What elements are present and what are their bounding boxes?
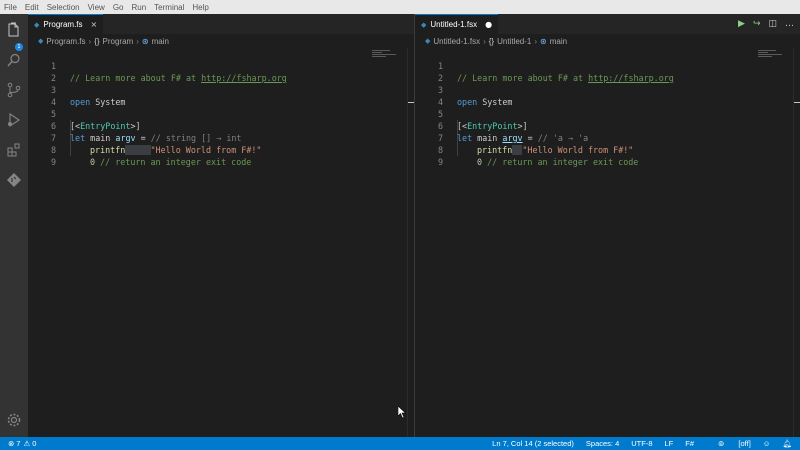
status-bar: ⊗ 7 ⚠ 0 Ln 7, Col 14 (2 selected) Spaces… [0,437,800,450]
comment: // return an integer exit code [482,157,639,167]
tab-label: Program.fs [43,20,83,29]
tab-bar: ◆ Program.fs × [28,14,414,34]
live-share-item[interactable]: ⊚ [off] [706,439,751,448]
encoding[interactable]: UTF-8 [631,439,652,448]
code-line: 2 [28,60,414,83]
run-icon[interactable]: ▶ [738,19,745,29]
menu-selection[interactable]: Selection [47,3,80,12]
code-line: 7 printfn "Hello World from F#!" [415,120,800,155]
chevron-right-icon: › [88,36,92,46]
code-line: 8 0 // return an integer exit code [28,132,414,167]
code-line: 9 [28,144,414,167]
indentation[interactable]: Spaces: 4 [586,439,619,448]
code-line: 8 0 // return an integer exit code [415,132,800,167]
breadcrumb-symbol[interactable]: main [550,37,567,46]
comment: // return an integer exit code [95,157,252,167]
chevron-right-icon: › [136,36,139,46]
error-count: 7 [16,439,21,448]
breadcrumb-namespace[interactable]: Program [103,37,134,46]
git-icon[interactable] [6,172,22,188]
menu-file[interactable]: File [4,3,17,12]
fsharp-file-icon: ◆ [425,38,431,45]
send-to-fsi-icon[interactable]: ↪ [753,19,761,29]
symbol-icon: ⊛ [540,36,547,46]
source-control-icon[interactable] [6,82,22,98]
fsharp-file-icon: ◆ [421,20,427,29]
scrollbar[interactable] [407,48,408,437]
chevron-right-icon: › [534,36,538,46]
editor-group-right: ◆ Untitled-1.fsx ● ▶ ↪ ◫ … ◆ Untitled-1.… [414,14,800,437]
menu-edit[interactable]: Edit [25,3,39,12]
scrollbar[interactable] [793,48,794,437]
minimap[interactable] [758,50,784,64]
menu-run[interactable]: Run [131,3,146,12]
menu-view[interactable]: View [88,3,105,12]
editor-actions: ▶ ↪ ◫ … [730,14,794,34]
explorer-badge: 1 [15,43,23,51]
code-line: 4 [28,84,414,107]
code-line: 3 open System [28,72,414,107]
error-icon: ⊗ [8,439,15,448]
breadcrumb-file[interactable]: Program.fs [46,37,85,46]
fsharp-file-icon: ◆ [38,38,44,45]
split-editor-icon[interactable]: ◫ [768,19,777,29]
bell-icon[interactable]: 🔔︎ [782,439,792,448]
mouse-cursor-icon [398,406,406,419]
explorer-icon[interactable] [6,22,22,38]
activity-bar: 1 [0,14,28,437]
broadcast-icon: ⊚ [718,439,725,448]
code-line: 1 // Learn more about F# at http://fshar… [415,48,800,83]
breadcrumb: ◆ Program.fs › {} Program › ⊛ main [28,34,414,48]
end-of-line[interactable]: LF [665,439,674,448]
namespace-icon: {} [488,36,495,46]
warning-count: 0 [32,439,37,448]
tab-label: Untitled-1.fsx [430,20,478,29]
live-status: [off] [738,439,751,448]
code-line: 6 let main argv = // 'a → 'a [415,108,800,143]
line-number: 9 [437,157,443,167]
warning-icon: ⚠ [23,439,31,448]
language-mode[interactable]: F# [685,439,694,448]
code-line: 3 open System [415,72,800,107]
line-number: 9 [50,157,56,167]
symbol-icon: ⊛ [141,36,149,46]
breadcrumb-namespace[interactable]: Untitled-1 [497,37,531,46]
code-line: 4 [415,84,800,107]
namespace-icon: {} [94,36,100,46]
search-icon[interactable] [6,52,22,68]
code-line: 2 [415,60,800,83]
code-line: 1 // Learn more about F# at http://fshar… [28,48,414,83]
code-line: 9 [415,144,800,167]
breadcrumb-file[interactable]: Untitled-1.fsx [433,37,480,46]
code-line: 5 [<EntryPoint>] [28,96,414,131]
run-debug-icon[interactable] [6,112,22,128]
cursor-position[interactable]: Ln 7, Col 14 (2 selected) [492,439,574,448]
menu-help[interactable]: Help [192,3,208,12]
unsaved-dot-icon[interactable]: ● [485,20,492,29]
breadcrumb: ◆ Untitled-1.fsx › {} Untitled-1 › ⊛ mai… [415,34,800,48]
chevron-right-icon: › [483,36,486,46]
code-line: 5 [<EntryPoint>] [415,96,800,131]
minimap[interactable] [372,50,398,64]
close-icon[interactable]: × [91,20,98,29]
settings-gear-icon[interactable] [6,412,22,428]
fsharp-file-icon: ◆ [34,20,40,29]
menu-go[interactable]: Go [113,3,124,12]
tab-program-fs[interactable]: ◆ Program.fs × [28,14,104,34]
tab-bar: ◆ Untitled-1.fsx ● ▶ ↪ ◫ … [415,14,800,34]
code-line: 6 let main argv = // string [] → int [28,108,414,143]
feedback-icon[interactable]: ☺ [763,439,771,448]
breadcrumb-symbol[interactable]: main [152,37,169,46]
menu-terminal[interactable]: Terminal [154,3,184,12]
editor-group-left: ◆ Program.fs × ◆ Program.fs › {} Program… [28,14,414,437]
overview-ruler-mark [794,102,800,103]
tab-untitled-fsx[interactable]: ◆ Untitled-1.fsx ● [415,14,499,34]
more-actions-icon[interactable]: … [785,19,794,29]
problems-indicator[interactable]: ⊗ 7 ⚠ 0 [8,439,36,448]
code-line: 7 printfn "Hello World from F#!" [28,120,414,155]
extensions-icon[interactable] [6,142,22,158]
menu-bar: File Edit Selection View Go Run Terminal… [0,0,800,14]
